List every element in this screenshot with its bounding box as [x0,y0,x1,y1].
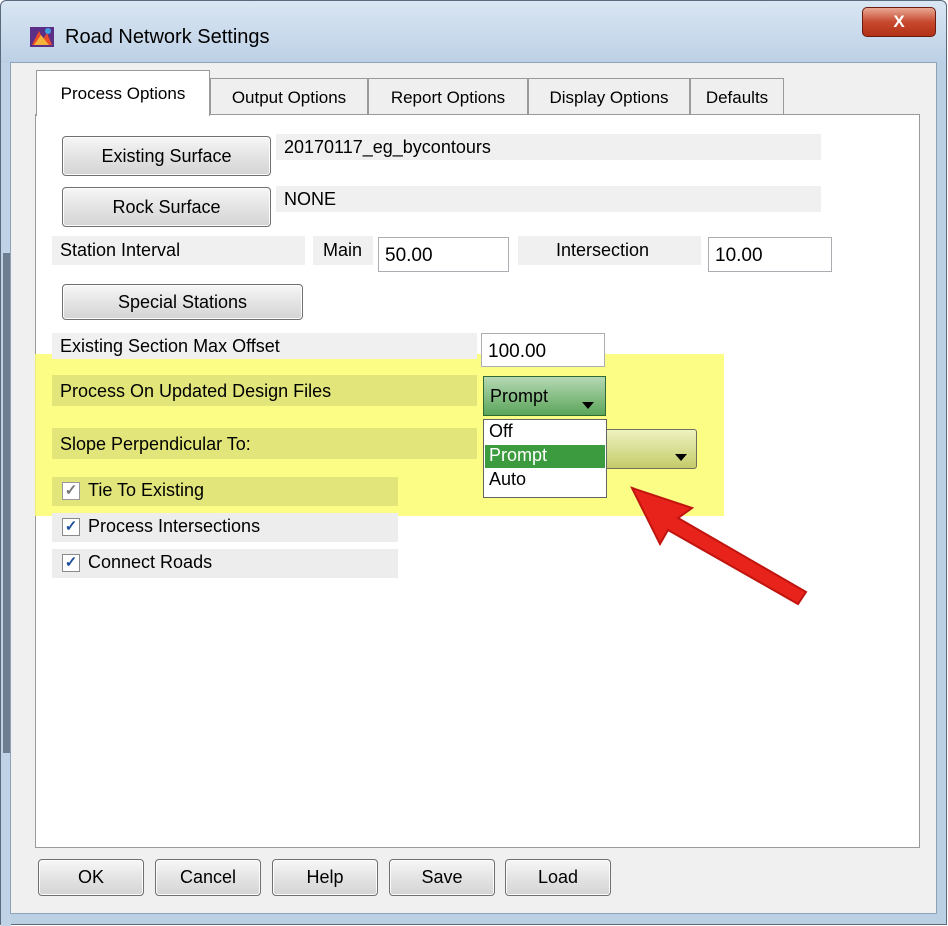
load-button[interactable]: Load [505,859,611,896]
process-intersections-label: Process Intersections [88,516,261,536]
station-intersection-label: Intersection [518,236,701,265]
existing-surface-value: 20170117_eg_bycontours [276,134,821,160]
tab-process-options[interactable]: Process Options [36,70,210,116]
connect-roads-label: Connect Roads [88,552,213,572]
tie-to-existing-checkbox[interactable]: ✓ [62,482,80,500]
process-updated-label: Process On Updated Design Files [60,381,332,401]
station-intersection-input[interactable]: 10.00 [708,237,832,272]
station-main-input[interactable]: 50.00 [378,237,509,272]
process-updated-dropdown-list: Off Prompt Auto [483,419,607,498]
ok-button[interactable]: OK [38,859,144,896]
dropdown-option-auto[interactable]: Auto [485,469,605,492]
process-intersections-checkbox[interactable]: ✓ [62,518,80,536]
special-stations-button[interactable]: Special Stations [62,284,303,320]
cancel-button[interactable]: Cancel [155,859,261,896]
rock-surface-button[interactable]: Rock Surface [62,187,271,227]
station-interval-label: Station Interval [52,236,305,265]
connect-roads-checkbox[interactable]: ✓ [62,554,80,572]
tab-defaults[interactable]: Defaults [690,78,784,115]
annotation-arrow-icon [630,486,808,606]
tab-output-options[interactable]: Output Options [210,78,368,115]
tab-display-options[interactable]: Display Options [528,78,690,115]
process-updated-selected: Prompt [490,386,549,406]
max-offset-input[interactable]: 100.00 [481,333,605,367]
close-button[interactable]: X [862,7,936,37]
max-offset-label: Existing Section Max Offset [52,333,477,359]
chevron-down-icon [675,446,687,466]
station-main-label: Main [313,236,373,265]
dropdown-option-off[interactable]: Off [485,421,605,444]
slope-label: Slope Perpendicular To: [60,434,251,454]
existing-surface-button[interactable]: Existing Surface [62,136,271,176]
dropdown-option-prompt[interactable]: Prompt [485,445,605,468]
save-button[interactable]: Save [389,859,495,896]
title-bar[interactable]: Road Network Settings X [1,1,946,63]
rock-surface-value: NONE [276,186,821,212]
help-button[interactable]: Help [272,859,378,896]
window-title: Road Network Settings [65,26,270,48]
slope-combobox[interactable] [596,429,697,469]
app-icon [30,27,54,47]
tab-report-options[interactable]: Report Options [368,78,528,115]
tie-to-existing-label: Tie To Existing [88,480,205,500]
process-updated-combobox[interactable]: Prompt [483,376,606,416]
chevron-down-icon [582,393,594,414]
